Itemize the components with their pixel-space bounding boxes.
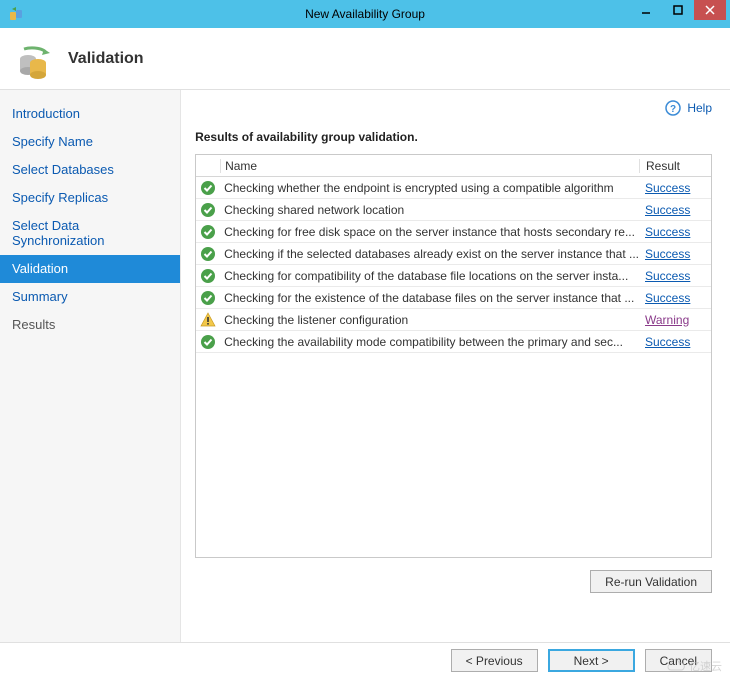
status-cell	[196, 246, 220, 262]
main-panel: ? Help Results of availability group val…	[181, 90, 730, 642]
next-button[interactable]: Next >	[548, 649, 635, 672]
cloud-icon	[667, 660, 685, 672]
result-link[interactable]: Success	[645, 203, 690, 217]
name-cell: Checking the availability mode compatibi…	[220, 335, 639, 349]
watermark-text: 亿速云	[689, 658, 722, 674]
success-icon	[200, 224, 216, 240]
success-icon	[200, 290, 216, 306]
success-icon	[200, 268, 216, 284]
sidebar: Introduction Specify Name Select Databas…	[0, 90, 181, 642]
name-cell: Checking the listener configuration	[220, 313, 639, 327]
warning-icon	[200, 312, 216, 328]
result-link[interactable]: Success	[645, 225, 690, 239]
result-cell: Success	[639, 335, 711, 349]
status-cell	[196, 268, 220, 284]
status-cell	[196, 180, 220, 196]
wizard-footer: < Previous Next > Cancel	[0, 642, 730, 678]
th-name[interactable]: Name	[220, 159, 639, 173]
name-cell: Checking if the selected databases alrea…	[220, 247, 639, 261]
maximize-icon	[673, 5, 683, 15]
result-cell: Success	[639, 203, 711, 217]
rerun-row: Re-run Validation	[195, 570, 712, 593]
sidebar-item-select-data-sync[interactable]: Select Data Synchronization	[0, 212, 180, 255]
success-icon	[200, 334, 216, 350]
result-cell: Warning	[639, 313, 711, 327]
result-cell: Success	[639, 181, 711, 195]
rerun-validation-button[interactable]: Re-run Validation	[590, 570, 712, 593]
table-row: Checking if the selected databases alrea…	[196, 243, 711, 265]
sidebar-item-specify-name[interactable]: Specify Name	[0, 128, 180, 156]
name-cell: Checking for free disk space on the serv…	[220, 225, 639, 239]
status-cell	[196, 312, 220, 328]
result-link[interactable]: Success	[645, 181, 690, 195]
maximize-button[interactable]	[662, 0, 694, 20]
name-cell: Checking whether the endpoint is encrypt…	[220, 181, 639, 195]
minimize-button[interactable]	[630, 0, 662, 20]
sidebar-item-specify-replicas[interactable]: Specify Replicas	[0, 184, 180, 212]
page-title: Validation	[68, 50, 144, 68]
help-link[interactable]: ? Help	[665, 100, 712, 116]
result-cell: Success	[639, 269, 711, 283]
app-icon	[8, 6, 24, 22]
table-row: Checking shared network location Success	[196, 199, 711, 221]
result-cell: Success	[639, 225, 711, 239]
table-body: Checking whether the endpoint is encrypt…	[196, 177, 711, 353]
table-row: Checking whether the endpoint is encrypt…	[196, 177, 711, 199]
sidebar-item-introduction[interactable]: Introduction	[0, 100, 180, 128]
name-cell: Checking for the existence of the databa…	[220, 291, 639, 305]
table-header: Name Result	[196, 155, 711, 177]
titlebar: New Availability Group	[0, 0, 730, 28]
content: Introduction Specify Name Select Databas…	[0, 90, 730, 642]
success-icon	[200, 180, 216, 196]
previous-button[interactable]: < Previous	[451, 649, 538, 672]
results-title: Results of availability group validation…	[195, 130, 712, 144]
status-cell	[196, 290, 220, 306]
result-link[interactable]: Success	[645, 269, 690, 283]
table-row: Checking for the existence of the databa…	[196, 287, 711, 309]
svg-text:?: ?	[670, 104, 676, 115]
success-icon	[200, 246, 216, 262]
close-icon	[705, 5, 715, 15]
status-cell	[196, 334, 220, 350]
help-label: Help	[687, 101, 712, 115]
minimize-icon	[641, 5, 651, 15]
result-link[interactable]: Success	[645, 291, 690, 305]
help-icon: ?	[665, 100, 681, 116]
result-link[interactable]: Success	[645, 335, 690, 349]
table-row: Checking for compatibility of the databa…	[196, 265, 711, 287]
status-cell	[196, 202, 220, 218]
result-cell: Success	[639, 247, 711, 261]
name-cell: Checking shared network location	[220, 203, 639, 217]
wizard-icon	[14, 39, 54, 79]
sidebar-item-summary[interactable]: Summary	[0, 283, 180, 311]
success-icon	[200, 202, 216, 218]
window-buttons	[630, 0, 726, 20]
sidebar-item-results[interactable]: Results	[0, 311, 180, 339]
close-button[interactable]	[694, 0, 726, 20]
result-link[interactable]: Warning	[645, 313, 689, 327]
th-result[interactable]: Result	[639, 159, 711, 173]
window-title: New Availability Group	[305, 7, 425, 21]
page-header: Validation	[0, 28, 730, 90]
table-row: Checking for free disk space on the serv…	[196, 221, 711, 243]
sidebar-item-validation[interactable]: Validation	[0, 255, 180, 283]
validation-table: Name Result Checking whether the endpoin…	[195, 154, 712, 558]
result-link[interactable]: Success	[645, 247, 690, 261]
name-cell: Checking for compatibility of the databa…	[220, 269, 639, 283]
watermark: 亿速云	[667, 658, 722, 674]
result-cell: Success	[639, 291, 711, 305]
sidebar-item-select-databases[interactable]: Select Databases	[0, 156, 180, 184]
table-row: Checking the listener configuration Warni…	[196, 309, 711, 331]
table-row: Checking the availability mode compatibi…	[196, 331, 711, 353]
status-cell	[196, 224, 220, 240]
